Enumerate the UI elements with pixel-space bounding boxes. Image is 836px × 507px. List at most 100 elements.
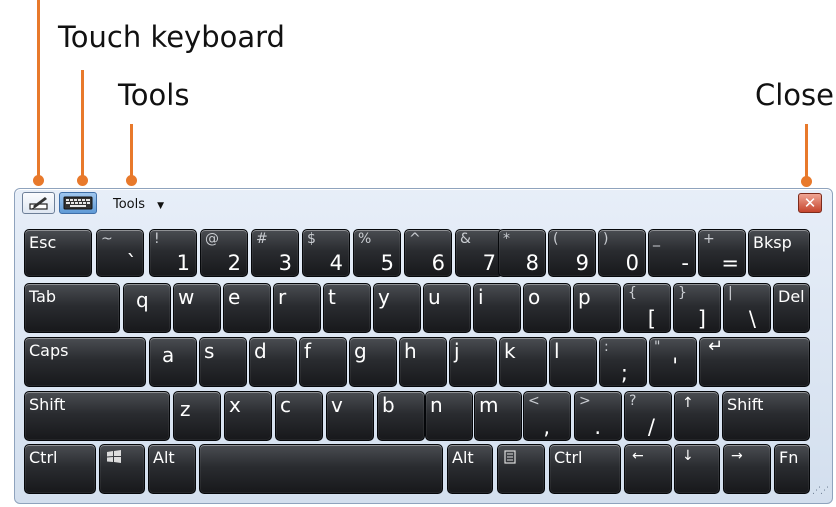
key-5[interactable]: % 5 <box>353 229 401 277</box>
key-o-label: o <box>528 285 541 309</box>
key-shift-right[interactable]: Shift <box>722 391 810 441</box>
arrow-right-icon: → <box>731 448 743 464</box>
key-semicolon-top: : <box>604 339 609 355</box>
key-u[interactable]: u <box>423 283 471 333</box>
key-tab-label: Tab <box>29 287 57 306</box>
close-button[interactable]: ✕ <box>798 193 822 213</box>
key-caps-lock[interactable]: Caps <box>24 337 146 387</box>
key-1[interactable]: ! 1 <box>149 229 197 277</box>
key-comma-top: < <box>528 393 540 409</box>
key-f-label: f <box>304 339 312 363</box>
key-v[interactable]: v <box>326 391 374 441</box>
key-slash[interactable]: ? / <box>624 391 672 441</box>
key-menu[interactable] <box>497 444 545 494</box>
key-left-bracket[interactable]: {[ <box>623 283 671 333</box>
key-arrow-down[interactable]: ↓ <box>674 444 720 494</box>
key-ctrl-right-label: Ctrl <box>554 448 583 467</box>
key-j[interactable]: j <box>449 337 497 387</box>
key-equal-top: + <box>703 231 715 247</box>
key-z-label: z <box>180 397 191 421</box>
key-l[interactable]: l <box>549 337 597 387</box>
key-equal[interactable]: + = <box>698 229 746 277</box>
close-icon: ✕ <box>803 194 817 212</box>
key-w[interactable]: w <box>173 283 221 333</box>
key-t-label: t <box>328 285 336 309</box>
key-quote[interactable]: " ' <box>649 337 697 387</box>
key-7[interactable]: & 7 <box>455 229 503 277</box>
key-enter[interactable]: ↵ <box>699 337 810 387</box>
key-4[interactable]: $4 <box>302 229 350 277</box>
key-0-top: ) <box>603 231 609 247</box>
resize-grip-icon[interactable]: ⋰⋰ <box>812 486 829 496</box>
key-windows[interactable] <box>99 444 145 494</box>
key-backspace[interactable]: Bksp <box>748 229 810 277</box>
key-delete[interactable]: Del <box>773 283 810 333</box>
key-arrow-right[interactable]: → <box>723 444 771 494</box>
key-8[interactable]: * 8 <box>498 229 546 277</box>
key-arrow-left[interactable]: ← <box>624 444 672 494</box>
key-tab[interactable]: Tab <box>24 283 120 333</box>
key-fn[interactable]: Fn <box>774 444 810 494</box>
key-q[interactable]: q <box>123 283 171 333</box>
key-comma[interactable]: <, <box>523 391 571 441</box>
key-y[interactable]: y <box>373 283 421 333</box>
key-right-bracket-main: ] <box>697 307 706 331</box>
key-shift-left[interactable]: Shift <box>24 391 170 441</box>
key-quote-main: ' <box>672 354 678 378</box>
key-a[interactable]: a <box>149 337 197 387</box>
key-d[interactable]: d <box>249 337 297 387</box>
key-g[interactable]: g <box>349 337 397 387</box>
key-esc[interactable]: Esc <box>24 229 92 277</box>
key-left-bracket-top: { <box>628 285 637 301</box>
pen-input-button[interactable] <box>22 192 55 214</box>
key-backslash[interactable]: | \ <box>723 283 771 333</box>
key-b[interactable]: b <box>377 391 425 441</box>
key-2[interactable]: @2 <box>200 229 248 277</box>
key-ctrl-right[interactable]: Ctrl <box>549 444 621 494</box>
key-s[interactable]: s <box>199 337 247 387</box>
key-grave[interactable]: ~ ` <box>96 229 144 277</box>
key-m[interactable]: m <box>474 391 522 441</box>
key-h[interactable]: h <box>399 337 447 387</box>
key-6[interactable]: ^ 6 <box>404 229 452 277</box>
tools-menu[interactable]: Tools ▼ <box>113 197 164 212</box>
key-3[interactable]: #3 <box>251 229 299 277</box>
key-semicolon[interactable]: :; <box>599 337 647 387</box>
key-ctrl-left[interactable]: Ctrl <box>24 444 96 494</box>
key-i-label: i <box>478 285 484 309</box>
key-i[interactable]: i <box>473 283 521 333</box>
key-minus-top: _ <box>653 231 660 247</box>
arrow-left-icon: ← <box>632 448 644 464</box>
key-r[interactable]: r <box>273 283 321 333</box>
key-9[interactable]: (9 <box>548 229 596 277</box>
key-9-top: ( <box>553 231 559 247</box>
key-t[interactable]: t <box>323 283 371 333</box>
key-n[interactable]: n <box>425 391 473 441</box>
key-arrow-up[interactable]: ↑ <box>674 391 719 441</box>
key-n-label: n <box>430 393 443 417</box>
key-0-main: 0 <box>625 251 639 275</box>
key-e[interactable]: e <box>223 283 271 333</box>
key-4-main: 4 <box>329 251 343 275</box>
chevron-down-icon: ▼ <box>157 201 165 211</box>
key-backslash-main: \ <box>748 307 756 331</box>
key-right-bracket[interactable]: }] <box>673 283 721 333</box>
key-z[interactable]: z <box>173 391 221 441</box>
key-f[interactable]: f <box>299 337 347 387</box>
key-0[interactable]: ) 0 <box>598 229 646 277</box>
key-5-top: % <box>358 231 372 247</box>
key-8-top: * <box>503 231 510 247</box>
key-alt-left[interactable]: Alt <box>148 444 196 494</box>
key-o[interactable]: o <box>523 283 571 333</box>
key-alt-right[interactable]: Alt <box>447 444 493 494</box>
key-c[interactable]: c <box>275 391 323 441</box>
key-period[interactable]: >. <box>574 391 622 441</box>
key-p[interactable]: p <box>573 283 621 333</box>
key-h-label: h <box>404 339 417 363</box>
key-k[interactable]: k <box>499 337 547 387</box>
key-space[interactable] <box>199 444 443 494</box>
key-x[interactable]: x <box>224 391 272 441</box>
key-minus[interactable]: _ - <box>648 229 696 277</box>
touch-keyboard-button[interactable] <box>59 192 97 214</box>
key-3-top: # <box>256 231 268 247</box>
